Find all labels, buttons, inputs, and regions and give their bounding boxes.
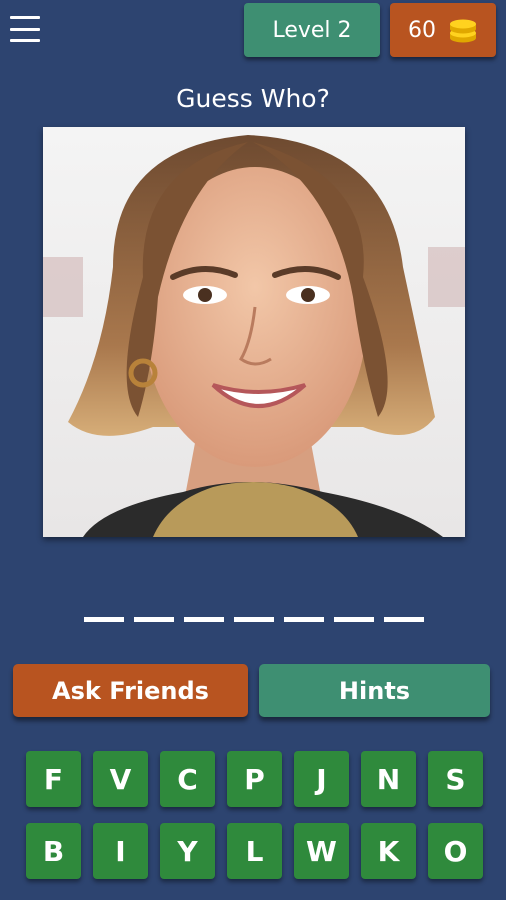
letter-key[interactable]: C (160, 751, 215, 807)
answer-slot[interactable] (134, 617, 174, 622)
letter-key[interactable]: F (26, 751, 81, 807)
letter-keyboard: F V C P J N S B I Y L W K O (26, 751, 483, 879)
letter-key[interactable]: S (428, 751, 483, 807)
page-title: Guess Who? (176, 84, 330, 113)
coin-stack-icon (450, 19, 476, 43)
letter-key[interactable]: K (361, 823, 416, 879)
answer-slot[interactable] (184, 617, 224, 622)
letter-key[interactable]: Y (160, 823, 215, 879)
menu-icon[interactable] (10, 16, 40, 42)
answer-slots (84, 617, 424, 622)
letter-key[interactable]: L (227, 823, 282, 879)
letter-key[interactable]: P (227, 751, 282, 807)
hints-button[interactable]: Hints (259, 664, 490, 717)
level-badge: Level 2 (244, 3, 380, 57)
level-label: Level 2 (272, 17, 352, 43)
letter-key[interactable]: O (428, 823, 483, 879)
celebrity-photo (43, 127, 465, 537)
coins-badge[interactable]: 60 (390, 3, 496, 57)
answer-slot[interactable] (84, 617, 124, 622)
answer-slot[interactable] (234, 617, 274, 622)
coin-count: 60 (408, 17, 436, 43)
ask-friends-button[interactable]: Ask Friends (13, 664, 248, 717)
letter-key[interactable]: N (361, 751, 416, 807)
letter-key[interactable]: B (26, 823, 81, 879)
answer-slot[interactable] (284, 617, 324, 622)
letter-key[interactable]: V (93, 751, 148, 807)
answer-slot[interactable] (384, 617, 424, 622)
answer-slot[interactable] (334, 617, 374, 622)
letter-key[interactable]: I (93, 823, 148, 879)
letter-key[interactable]: W (294, 823, 349, 879)
letter-key[interactable]: J (294, 751, 349, 807)
